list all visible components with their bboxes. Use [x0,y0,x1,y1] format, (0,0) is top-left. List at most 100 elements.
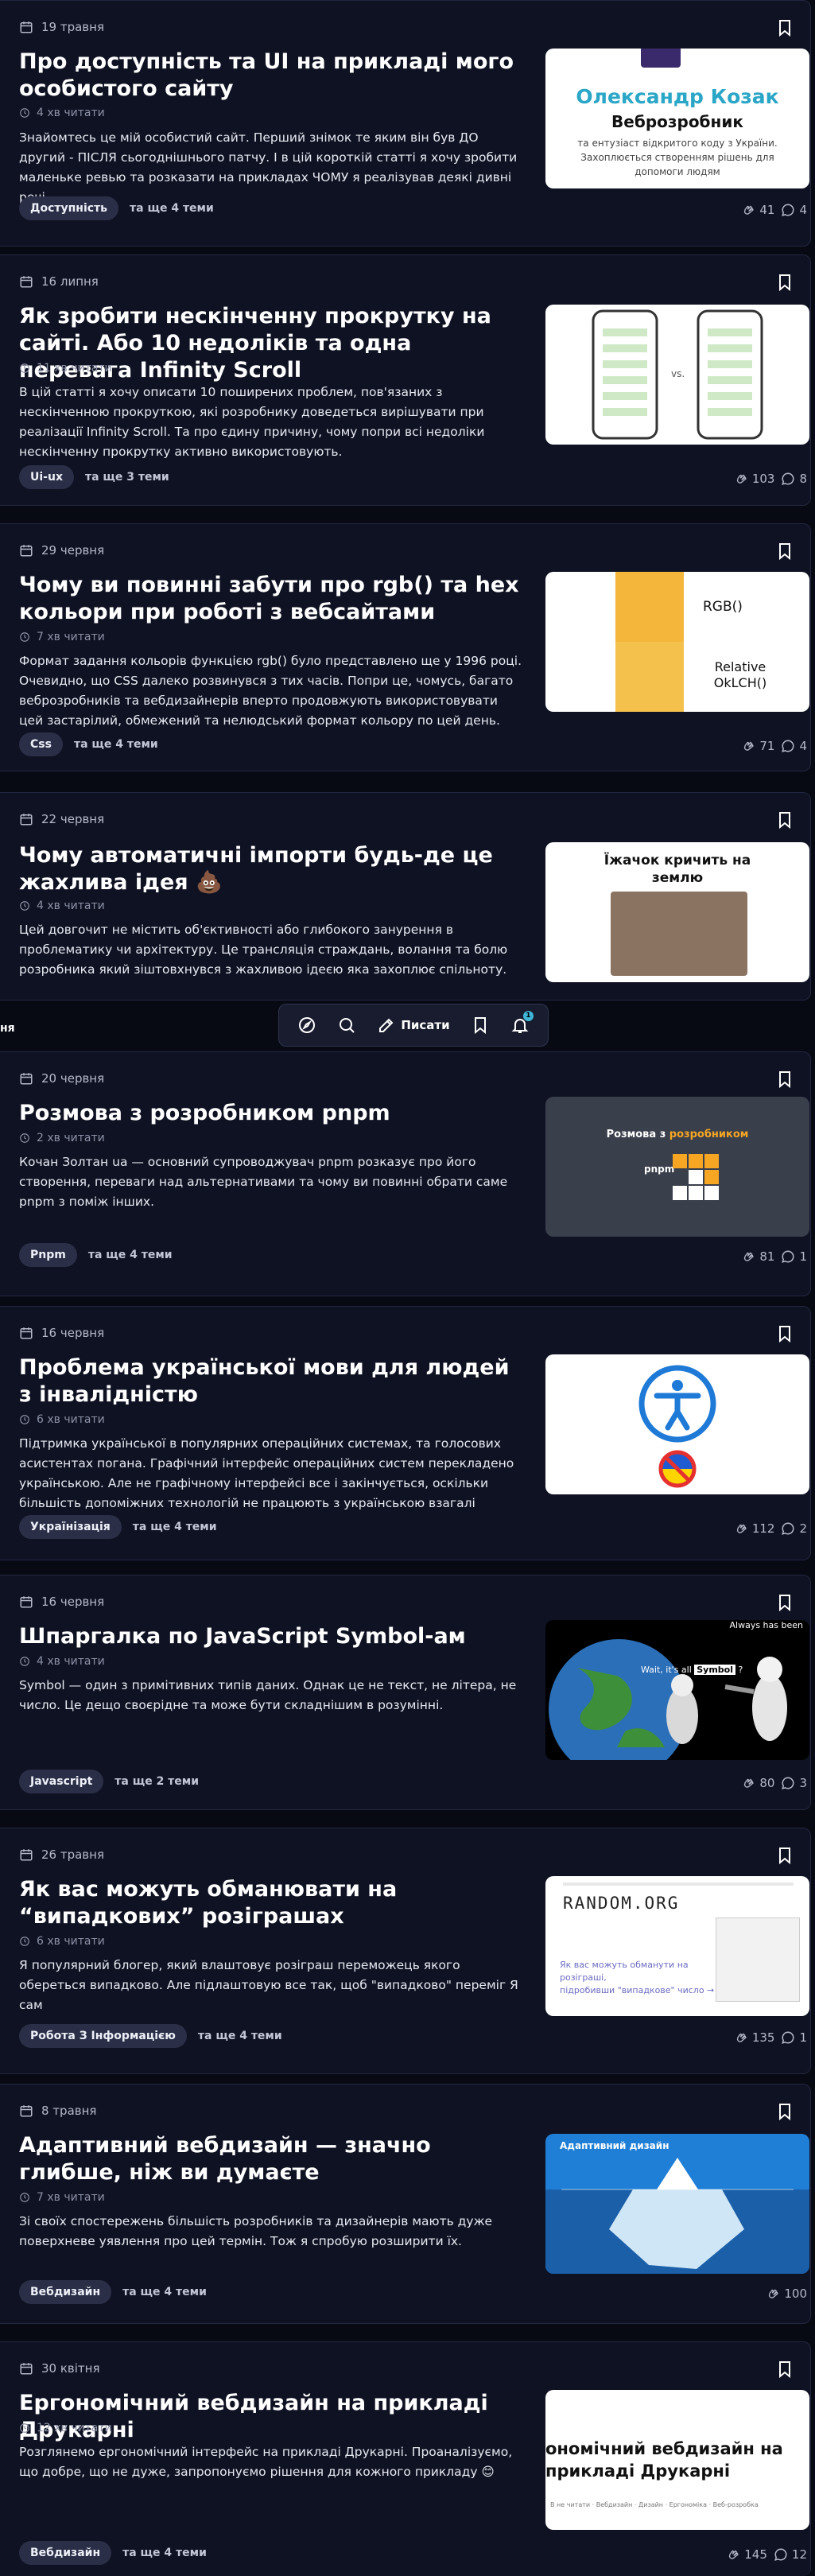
comments-stat[interactable]: 1 [781,2030,807,2045]
read-time: 4 хв читати [19,1655,105,1668]
article-stats: 81 1 [741,1249,807,1264]
tag-chip[interactable]: Українізація [19,1515,122,1539]
bookmark-icon[interactable] [775,2102,794,2121]
offscreen-fragment: ня [0,1022,15,1035]
iceberg-illustration [545,2158,809,2274]
article-card[interactable]: 22 червня Чому автоматичні імпорти будь-… [0,792,811,1000]
article-card[interactable]: 16 червня Проблема української мови для … [0,1306,811,1560]
read-time: 11 хв читати [19,362,112,375]
more-topics[interactable]: та ще 4 теми [74,738,158,751]
clock-icon [20,2423,29,2433]
tag-chip[interactable]: Вебдизайн [19,2280,112,2304]
comments-stat[interactable]: 4 [781,203,807,217]
article-thumbnail[interactable]: RANDOM.ORG Як вас можуть обманути на роз… [545,1876,809,2016]
claps-stat[interactable]: 103 [734,472,774,486]
comments-stat[interactable]: 2 [781,1521,807,1536]
article-excerpt: Розглянемо ергономічний інтерфейс на при… [19,2445,513,2479]
tag-chip[interactable]: Доступність [19,196,119,220]
article-thumbnail[interactable]: RGB() Relative OkLCH() [545,572,809,712]
more-topics[interactable]: та ще 3 теми [85,471,169,484]
tag-row: Вебдизайн та ще 4 теми [19,2541,207,2565]
comments-stat[interactable]: 3 [781,1776,807,1790]
claps-stat[interactable]: 100 [766,2287,807,2301]
meme-panel-top [615,572,684,642]
notifications-button[interactable]: 1 [510,1011,534,1035]
clock-icon [20,363,29,373]
bookmark-icon[interactable] [775,1593,794,1612]
comments-stat[interactable]: 12 [774,2547,807,2562]
more-topics[interactable]: та ще 4 теми [122,2547,207,2559]
article-title[interactable]: Адаптивний вебдизайн — значно глибше, ні… [19,2132,528,2186]
search-button[interactable] [337,1016,356,1035]
write-button[interactable]: Писати [377,1016,450,1035]
article-thumbnail[interactable]: Always has been Wait, it's all Symbol ? [545,1620,809,1760]
article-thumbnail[interactable]: Адаптивний дизайн [545,2134,809,2274]
more-topics[interactable]: та ще 4 теми [133,1521,217,1533]
tag-chip[interactable]: Ui-ux [19,465,74,489]
bookmark-icon[interactable] [775,1324,794,1343]
article-title[interactable]: Про доступність та UI на прикладі мого о… [19,49,528,103]
bookmark-icon[interactable] [775,1846,794,1865]
claps-stat[interactable]: 41 [741,203,774,217]
article-thumbnail[interactable]: vs. [545,305,809,445]
more-topics[interactable]: та ще 4 теми [130,202,214,215]
article-card[interactable]: 16 червня Шпаргалка по JavaScript Symbol… [0,1575,811,1810]
article-date: 22 червня [19,812,104,826]
claps-stat[interactable]: 80 [741,1776,774,1790]
article-title[interactable]: Шпаргалка по JavaScript Symbol-ам [19,1623,528,1650]
read-time: 7 хв читати [19,2191,105,2204]
article-date: 8 травня [19,2104,96,2118]
article-thumbnail[interactable]: ономічний вебдизайн на прикладі Друкарні… [545,2390,809,2530]
tag-chip[interactable]: Javascript [19,1770,104,1793]
more-topics[interactable]: та ще 2 теми [114,1775,199,1788]
article-card[interactable]: 20 червня Розмова з розробником pnpm 2 х… [0,1051,811,1296]
bookmark-icon[interactable] [775,542,794,561]
bookmarks-button[interactable] [471,1016,490,1035]
claps-stat[interactable]: 112 [734,1521,774,1536]
more-topics[interactable]: та ще 4 теми [88,1249,173,1261]
article-title[interactable]: Чому ви повинні забути про rgb() та hex … [19,572,528,626]
comments-stat[interactable]: 8 [781,472,807,486]
tag-chip[interactable]: Вебдизайн [19,2541,112,2565]
tag-chip[interactable]: Css [19,732,63,756]
comment-icon [782,740,794,752]
claps-stat[interactable]: 81 [741,1249,774,1264]
article-thumbnail[interactable] [545,1354,809,1494]
claps-stat[interactable]: 71 [741,739,774,753]
article-thumbnail[interactable]: Розмова з розробником pnpm [545,1097,809,1237]
more-topics[interactable]: та ще 4 теми [198,2030,282,2042]
article-thumbnail[interactable]: Олександр Козак Веброзробник та ентузіас… [545,49,809,188]
comments-stat[interactable]: 1 [781,1249,807,1264]
tag-row: Pnpm та ще 4 теми [19,1243,173,1267]
tag-chip[interactable]: Робота З Інформацією [19,2024,187,2048]
article-card[interactable]: 30 квітня Ергономічний вебдизайн на прик… [0,2341,811,2576]
article-title[interactable]: Розмова з розробником pnpm [19,1100,528,1127]
article-thumbnail[interactable]: Їжачок кричить на землю [545,842,809,982]
tag-row: Ui-ux та ще 3 теми [19,465,169,489]
article-title[interactable]: Ергономічний вебдизайн на прикладі Друка… [19,2390,528,2444]
article-card[interactable]: 29 червня Чому ви повинні забути про rgb… [0,523,811,771]
article-title[interactable]: Як вас можуть обманювати на “випадкових”… [19,1876,528,1930]
article-title[interactable]: Чому автоматичні імпорти будь-де це жахл… [19,842,528,896]
claps-stat[interactable]: 145 [726,2547,767,2562]
article-date: 16 червня [19,1326,104,1340]
explore-button[interactable] [297,1016,316,1035]
comments-stat[interactable]: 4 [781,739,807,753]
article-stats: 112 2 [734,1521,807,1536]
bookmark-icon[interactable] [775,810,794,830]
read-time: 6 хв читати [19,1935,105,1948]
article-card[interactable]: 26 травня Як вас можуть обманювати на “в… [0,1828,811,2074]
bookmark-icon[interactable] [775,1070,794,1089]
read-time: 4 хв читати [19,899,105,912]
bookmark-icon[interactable] [775,18,794,37]
article-card[interactable]: 8 травня Адаптивний вебдизайн — значно г… [0,2084,811,2324]
notification-badge: 1 [522,1011,534,1021]
bookmark-icon[interactable] [775,2360,794,2379]
bookmark-icon[interactable] [775,273,794,292]
article-card[interactable]: 19 травня Про доступність та UI на прикл… [0,0,811,247]
article-title[interactable]: Проблема української мови для людей з ін… [19,1354,528,1408]
claps-stat[interactable]: 135 [734,2030,774,2045]
more-topics[interactable]: та ще 4 теми [122,2286,207,2298]
tag-chip[interactable]: Pnpm [19,1243,77,1267]
article-card[interactable]: 16 липня Як зробити нескінченну прокрутк… [0,254,811,506]
